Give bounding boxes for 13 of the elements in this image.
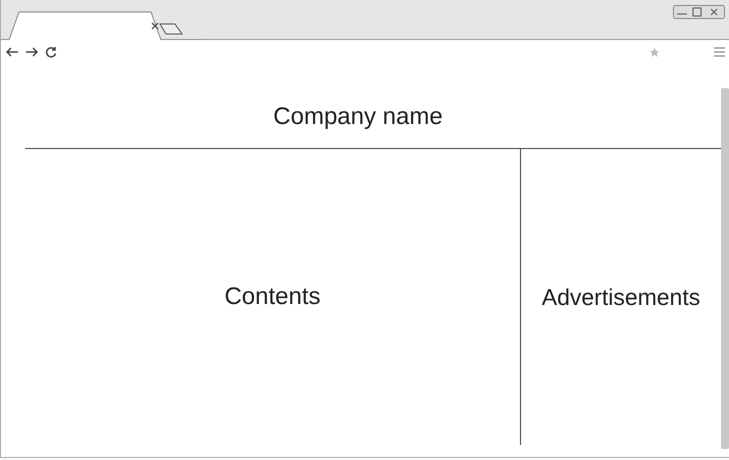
new-tab-icon[interactable] (159, 23, 183, 35)
browser-tab[interactable] (1, 10, 201, 40)
close-icon[interactable] (151, 22, 159, 30)
scrollbar[interactable] (721, 88, 729, 449)
company-name: Company name (273, 103, 443, 131)
forward-arrow-icon[interactable] (25, 47, 39, 57)
star-icon[interactable] (649, 46, 660, 58)
contents-label: Contents (224, 283, 321, 311)
advertisements-label: Advertisements (542, 284, 700, 310)
reload-icon[interactable] (45, 46, 57, 58)
back-arrow-icon[interactable] (5, 47, 19, 57)
window-controls-icon[interactable] (673, 5, 725, 19)
menu-icon[interactable] (714, 47, 725, 57)
